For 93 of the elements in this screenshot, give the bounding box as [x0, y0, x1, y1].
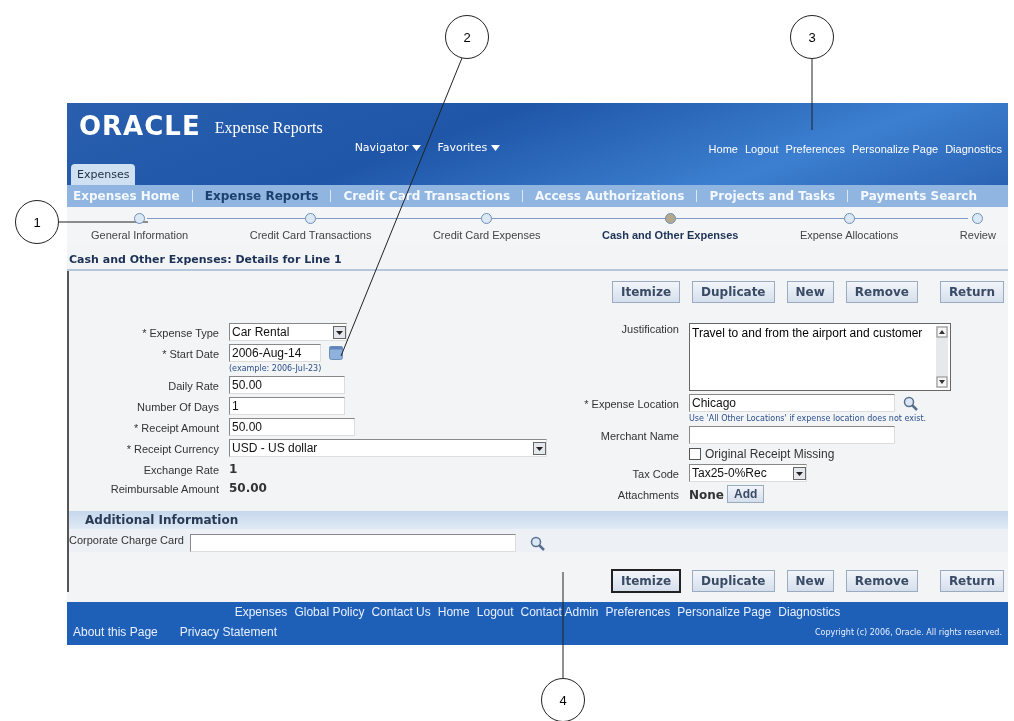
calendar-icon[interactable] [329, 346, 343, 360]
callout-number: 3 [790, 15, 834, 59]
step-dot[interactable] [664, 213, 676, 224]
footer-link[interactable]: Diagnostics [778, 605, 841, 619]
step-dot[interactable] [972, 213, 984, 224]
text-area[interactable]: Travel to and from the airport and customer [689, 323, 951, 391]
global-link[interactable]: Preferences [785, 143, 845, 155]
copyright-text: Copyright (c) 2006, Oracle. All rights reserved. [814, 627, 1002, 637]
action-button[interactable]: Return [939, 570, 1004, 592]
input-field[interactable]: 50.00 [229, 418, 355, 436]
field-label: * Start Date [161, 347, 219, 360]
action-button[interactable]: Return [939, 281, 1004, 303]
dropdown-icon[interactable] [793, 466, 806, 480]
search-icon[interactable] [903, 395, 918, 411]
input-field[interactable] [189, 534, 516, 552]
step-dot[interactable] [843, 213, 855, 224]
date-field[interactable]: 2006-Aug-14 [229, 344, 321, 362]
section-title: Cash and Other Expenses: Details for Line 1 [67, 245, 1008, 271]
app-title: Expense Reports [214, 119, 323, 137]
field-label: Justification [620, 323, 679, 335]
hint-text: Use 'All Other Locations' if expense location does not exist. [689, 414, 927, 423]
action-button[interactable]: Duplicate [692, 570, 775, 592]
hint-text: (example: 2006-Jul-23) [229, 364, 322, 373]
step-label[interactable]: Credit Card Transactions [249, 229, 372, 241]
action-button[interactable]: Itemize [612, 570, 681, 592]
field-label: Tax Code [631, 467, 679, 480]
input-field[interactable]: Chicago [689, 394, 895, 412]
step-label[interactable]: Cash and Other Expenses [602, 229, 739, 241]
action-button[interactable]: New [786, 281, 834, 303]
select-field[interactable]: USD - US dollar [229, 439, 547, 457]
footer-link[interactable]: About this Page [73, 625, 158, 639]
field-label: * Expense Location [583, 397, 679, 410]
menu-link[interactable]: Favorites [437, 141, 501, 154]
field-label: Merchant Name [599, 429, 679, 442]
global-link[interactable]: Diagnostics [945, 143, 1002, 155]
step-dot[interactable] [481, 213, 493, 224]
step-label[interactable]: Review [959, 229, 996, 241]
action-button[interactable]: Remove [845, 281, 918, 303]
dropdown-icon[interactable] [533, 441, 546, 455]
step-dot[interactable] [134, 213, 146, 224]
input-field[interactable] [689, 426, 895, 444]
search-icon[interactable] [529, 535, 545, 551]
caret-icon [491, 144, 501, 151]
step-dot[interactable] [305, 213, 317, 224]
step-label[interactable]: General Information [91, 229, 189, 241]
field-label: Exchange Rate [142, 463, 219, 476]
field-label: Corporate Charge Card [69, 534, 184, 546]
field-label: * Receipt Amount [133, 421, 219, 434]
field-label: Reimbursable Amount [109, 482, 219, 495]
global-link[interactable]: Personalize Page [851, 143, 939, 155]
action-button[interactable]: Itemize [612, 281, 681, 303]
add-button[interactable]: Add [726, 485, 765, 503]
global-link[interactable]: Home [708, 143, 738, 155]
step-label[interactable]: Credit Card Expenses [432, 229, 541, 241]
field-label: * Expense Type [141, 326, 219, 339]
checkbox[interactable] [689, 448, 701, 460]
callout-number: 2 [445, 15, 489, 59]
field-label: Number Of Days [136, 400, 219, 413]
footer-link[interactable]: Global Policy [294, 605, 365, 619]
callout-number: 4 [541, 678, 585, 721]
footer-link[interactable]: Privacy Statement [179, 625, 278, 639]
input-field[interactable]: 1 [229, 397, 345, 415]
action-button[interactable]: New [786, 570, 834, 592]
value-text: 1 [229, 461, 238, 476]
footer-link[interactable]: Contact Admin [520, 605, 599, 619]
footer-link[interactable]: Personalize Page [677, 605, 772, 619]
value-text: 50.00 [229, 480, 267, 495]
input-field[interactable]: 50.00 [229, 376, 345, 394]
footer-link[interactable]: Logout [476, 605, 514, 619]
action-button[interactable]: Remove [845, 570, 918, 592]
tab[interactable]: Expenses [71, 164, 136, 185]
section-header: Additional Information [69, 511, 1008, 529]
action-button[interactable]: Duplicate [692, 281, 775, 303]
global-link[interactable]: Logout [744, 143, 779, 155]
callout-number: 1 [15, 200, 59, 244]
field-label: * Receipt Currency [125, 442, 219, 455]
field-label: Daily Rate [167, 379, 219, 392]
footer-link[interactable]: Home [437, 605, 470, 619]
footer-link[interactable]: Contact Us [371, 605, 431, 619]
step-label[interactable]: Expense Allocations [799, 229, 899, 241]
field-label: Attachments [616, 488, 679, 501]
logo: ORACLE [79, 111, 201, 141]
subtab[interactable]: Expense Reports [204, 189, 319, 203]
value-text: None [689, 487, 724, 502]
select-field[interactable]: Car Rental [229, 323, 347, 341]
menu-link[interactable]: Navigator [354, 141, 422, 154]
footer-link[interactable]: Preferences [605, 605, 671, 619]
checkbox-label: Original Receipt Missing [705, 447, 835, 461]
select-field[interactable]: Tax25-0%Rec [689, 464, 807, 482]
footer-link[interactable]: Expenses [234, 605, 288, 619]
caret-icon [412, 144, 422, 151]
dropdown-icon[interactable] [333, 325, 346, 339]
scrollbar-icon[interactable] [936, 326, 948, 388]
